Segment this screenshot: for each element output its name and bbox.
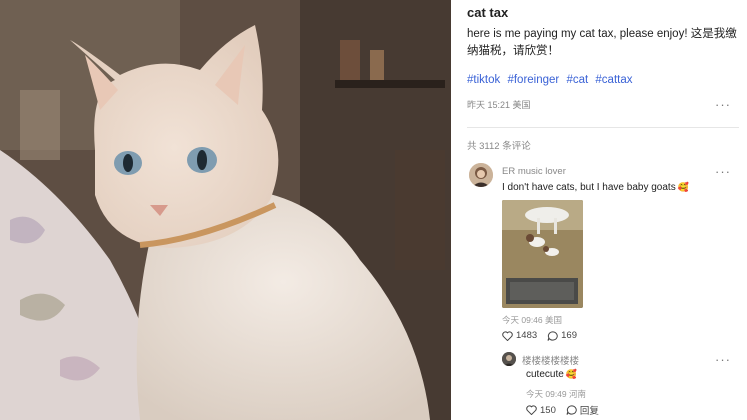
reply-text: cutecute 🥰	[526, 369, 577, 380]
tag-list: #tiktok #foreinger #cat #cattax	[467, 74, 636, 86]
reply-button-label: 回复	[579, 406, 599, 417]
tag-foreinger[interactable]: #foreinger	[507, 74, 559, 86]
cat-photo-illustration	[0, 0, 451, 420]
reply-avatar-portrait-icon	[502, 352, 516, 366]
divider	[467, 127, 739, 128]
tag-cattax[interactable]: #cattax	[595, 74, 632, 86]
comment-username[interactable]: ER music lover	[502, 166, 566, 177]
comment-timestamp: 今天 09:46 美国	[502, 315, 562, 325]
reply-username[interactable]: 楼楼楼楼楼楼	[522, 353, 579, 367]
post-photo[interactable]	[0, 0, 451, 420]
reply-like-button[interactable]: 150	[526, 405, 556, 416]
emoji-icon: 🥰	[677, 182, 689, 192]
heart-icon	[502, 330, 513, 341]
heart-icon	[526, 405, 537, 415]
reply-text-body: cutecute	[526, 369, 564, 380]
like-count: 1483	[516, 330, 538, 341]
post-body: here is me paying my cat tax, please enj…	[467, 28, 737, 57]
like-button[interactable]: 1483	[502, 330, 537, 341]
comment-actions: 1483 169	[502, 330, 577, 341]
reply-count-button[interactable]: 169	[547, 330, 577, 341]
post-more-button[interactable]: ···	[715, 98, 731, 111]
reply-timestamp: 今天 09:49 河南	[526, 389, 586, 399]
reply-count: 169	[561, 330, 577, 341]
comment-text: I don't have cats, but I have baby goats…	[502, 182, 689, 193]
comment-attached-image[interactable]	[502, 200, 583, 308]
chat-icon	[566, 405, 577, 415]
tag-cat[interactable]: #cat	[566, 74, 588, 86]
goats-photo-illustration	[502, 200, 583, 308]
avatar-portrait-icon	[469, 163, 493, 187]
post-detail-panel: cat tax here is me paying my cat tax, pl…	[451, 0, 747, 420]
comment-count-label: 共 3112 条评论	[467, 141, 531, 152]
comment-more-button[interactable]: ···	[715, 165, 731, 178]
post-title: cat tax	[467, 5, 509, 20]
reply-actions: 150 回复	[526, 403, 599, 417]
reply-button[interactable]: 回复	[566, 403, 599, 417]
chat-icon	[547, 330, 558, 341]
avatar[interactable]	[469, 163, 493, 187]
reply-like-count: 150	[540, 404, 556, 416]
post-timestamp-location: 昨天 15:21 美国	[467, 100, 531, 110]
tag-tiktok[interactable]: #tiktok	[467, 74, 500, 86]
emoji-icon: 🥰	[565, 369, 578, 379]
comment-count: 共 3112 条评论	[467, 138, 531, 152]
comment-text-body: I don't have cats, but I have baby goats	[502, 182, 676, 193]
reply-more-button[interactable]: ···	[715, 353, 731, 366]
reply-avatar[interactable]	[502, 352, 516, 366]
